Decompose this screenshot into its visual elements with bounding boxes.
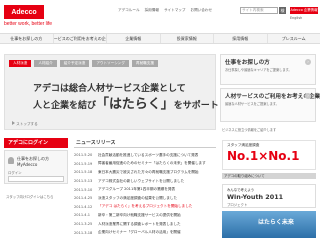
job-seeker-desc: お仕事探しや最適なキャリアをご提案します。: [225, 68, 292, 72]
news-title[interactable]: 東日本大震災で被災された方々の再就職支援プログラムを開始: [98, 170, 199, 175]
future-banner[interactable]: はたらく未来: [222, 211, 316, 238]
service-tabs: 人材派遣 人材紹介 紹介予定派遣 アウトソーシング 再就職支援: [9, 60, 158, 67]
initiatives-bar[interactable]: アデコの取り組みについて: [222, 173, 316, 179]
tab-staffing[interactable]: 人材派遣: [9, 60, 32, 67]
hero-banner: 人材派遣 人材紹介 紹介予定派遣 アウトソーシング 再就職支援 アデコは総合人材…: [4, 54, 272, 130]
job-seeker-panel[interactable]: 仕事をお探しの方 お仕事探しや最適なキャリアをご提案します。 ›: [220, 54, 316, 85]
news-title[interactable]: 「アデコ はたらく」を考えるプロジェクトを開始しました: [98, 204, 192, 209]
nav-press-room[interactable]: プレスルーム: [268, 34, 320, 43]
news-title[interactable]: 社会貢献活動を推進しているスポーツ選手の支援について発表: [98, 153, 198, 158]
utility-link-rule[interactable]: アデコルール: [118, 8, 140, 13]
brand-tagline: better work, better life: [4, 21, 53, 27]
news-date: 2011.5.20: [74, 153, 93, 158]
side-footer-link[interactable]: ビジネスに役立つ情報をご紹介します: [222, 127, 276, 132]
news-date: 2011.4.25: [74, 196, 93, 201]
login-heading: アデコにログイン: [4, 138, 68, 148]
news-heading: ニュースリリース: [74, 138, 216, 148]
chevron-right-icon: ›: [305, 59, 311, 65]
news-title[interactable]: アデコ株式会社の新しいウェブサイトを公開しました: [98, 179, 184, 184]
news-title[interactable]: アデコグループ 2011年第1四半期の業績を発表: [98, 187, 175, 192]
win-youth-line2: Win-Youth 2011: [227, 193, 284, 201]
corporate-desc: 最適な人材サービスをご提案します。: [225, 102, 279, 106]
adecco-logo[interactable]: Adecco: [4, 5, 44, 19]
win-youth-line1: みんなで考えよう: [227, 188, 255, 192]
search-button[interactable]: 検索: [279, 7, 286, 20]
utility-link-sitemap[interactable]: サイトマップ: [164, 8, 186, 13]
news-item[interactable]: 2011.5.10 アデコグループ 2011年第1四半期の業績を発表: [74, 185, 216, 194]
news-title[interactable]: 新卒・第二新卒向け就職支援サービスの提供を開始: [98, 213, 181, 218]
mypage-brand: MyAdecco: [17, 162, 38, 167]
news-date: 2011.5.10: [74, 187, 93, 192]
news-title[interactable]: 障害者雇用促進のためのセミナー「はたらくの未来」を開催します: [98, 161, 206, 166]
news-item[interactable]: 2011.3.25 人材派遣業界に関する調査レポートを発表しました: [74, 220, 216, 229]
utility-links: アデコルール 採用情報 サイトマップ お問い合わせ: [118, 8, 212, 13]
news-date: 2011.4.12: [74, 204, 93, 209]
news-item[interactable]: 2011.4.25 派遣スタッフの満足度調査の結果を公開しました: [74, 194, 216, 203]
no1-badge-sub: スタッフ満足度調査: [227, 143, 260, 147]
news-date: 2011.4.1: [74, 213, 91, 218]
global-nav: 仕事をお探しの方 人材サービスのご利用をお考えの企業の方 企業情報 投資家情報 …: [0, 33, 320, 44]
stop-slideshow-button[interactable]: ストップする: [11, 121, 38, 127]
no1-badge-title: No.1×No.1: [227, 149, 300, 163]
news-item[interactable]: 2011.3.18 企業向けセミナー「グローバル人材の活用」を開催: [74, 228, 216, 237]
news-title[interactable]: 派遣スタッフの満足度調査の結果を公開しました: [98, 196, 177, 201]
news-date: 2011.5.19: [74, 161, 93, 166]
corporate-link[interactable]: Adecco 企業情報: [290, 7, 318, 14]
user-icon: [8, 157, 14, 164]
hero-headline-emphasis: 「はたらく」: [96, 97, 174, 112]
nav-careers[interactable]: 採用情報: [214, 34, 268, 43]
mypage-entry-label: ログイン: [8, 171, 22, 175]
site-search-input[interactable]: サイト内検索: [240, 7, 278, 14]
nav-company-info[interactable]: 企業情報: [107, 34, 161, 43]
tab-outplacement[interactable]: 再就職支援: [132, 60, 158, 67]
win-youth-line3: プロジェクト: [227, 203, 248, 207]
news-item[interactable]: 2011.5.19 障害者雇用促進のためのセミナー「はたらくの未来」を開催します: [74, 160, 216, 169]
tab-recruitment[interactable]: 人材紹介: [34, 60, 57, 67]
tab-temp-to-perm[interactable]: 紹介予定派遣: [59, 60, 90, 67]
utility-link-recruit[interactable]: 採用情報: [145, 8, 159, 13]
mypage-login-button[interactable]: [8, 176, 64, 182]
news-title[interactable]: 企業向けセミナー「グローバル人材の活用」を開催: [98, 230, 181, 235]
news-item[interactable]: 2011.4.12 「アデコ はたらく」を考えるプロジェクトを開始しました: [74, 203, 216, 212]
hero-headline-pre: 人と企業を結び: [33, 101, 97, 111]
mypage-box: 仕事をお探しの方 MyAdecco ログイン: [4, 150, 68, 184]
news-date: 2011.5.13: [74, 179, 93, 184]
english-link[interactable]: English: [290, 16, 302, 20]
future-banner-text: はたらく未来: [258, 219, 294, 226]
news-date: 2011.3.25: [74, 222, 93, 227]
chevron-right-icon: ›: [305, 93, 311, 99]
no1-badge[interactable]: スタッフ満足度調査 No.1×No.1: [222, 140, 316, 170]
nav-corporate-clients[interactable]: 人材サービスのご利用をお考えの企業の方: [54, 34, 107, 43]
nav-job-seekers[interactable]: 仕事をお探しの方: [0, 34, 54, 43]
win-youth-banner[interactable]: みんなで考えよう Win-Youth 2011 プロジェクト: [222, 184, 316, 208]
nav-investors[interactable]: 投資家情報: [161, 34, 214, 43]
tab-outsourcing[interactable]: アウトソーシング: [92, 60, 129, 67]
news-item[interactable]: 2011.5.13 アデコ株式会社の新しいウェブサイトを公開しました: [74, 177, 216, 186]
utility-link-contact[interactable]: お問い合わせ: [191, 8, 213, 13]
job-seeker-title: 仕事をお探しの方: [225, 60, 270, 66]
news-date: 2011.3.18: [74, 230, 93, 235]
stop-slideshow-label: ストップする: [16, 122, 38, 126]
staff-login-link[interactable]: スタッフ向けログインはこちら: [6, 194, 53, 199]
news-title[interactable]: 人材派遣業界に関する調査レポートを発表しました: [98, 222, 181, 227]
news-list: 2011.5.20 社会貢献活動を推進しているスポーツ選手の支援について発表 20…: [74, 151, 216, 237]
news-item[interactable]: 2011.5.20 社会貢献活動を推進しているスポーツ選手の支援について発表: [74, 151, 216, 160]
corporate-title: 人材サービスのご利用をお考えの企業の方: [225, 94, 320, 100]
news-item[interactable]: 2011.5.18 東日本大震災で被災された方々の再就職支援プログラムを開始: [74, 168, 216, 177]
play-icon: [12, 121, 15, 125]
news-date: 2011.5.18: [74, 170, 93, 175]
corporate-panel[interactable]: 人材サービスのご利用をお考えの企業の方 最適な人材サービスをご提案します。 ›: [220, 88, 320, 122]
news-item[interactable]: 2011.4.1 新卒・第二新卒向け就職支援サービスの提供を開始: [74, 211, 216, 220]
